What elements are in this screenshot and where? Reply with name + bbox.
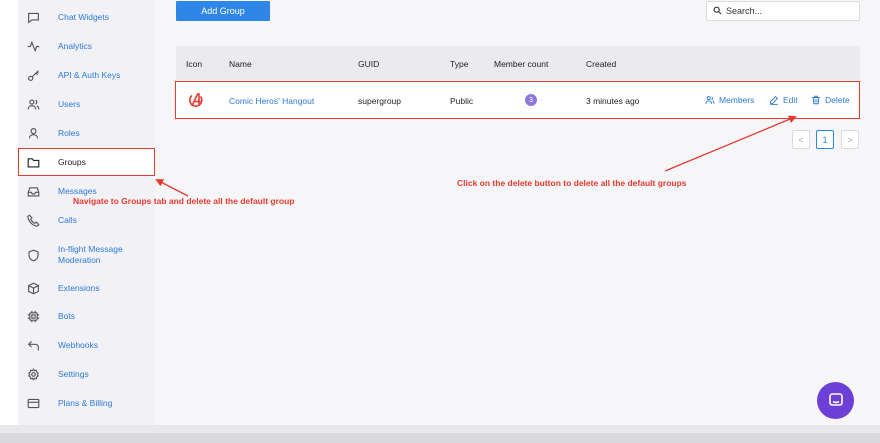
sidebar-item-label: Groups <box>58 156 86 167</box>
users-icon <box>26 97 40 111</box>
sidebar-item-label: Chat Widgets <box>58 11 110 22</box>
shield-icon <box>26 248 40 262</box>
bottom-edge <box>0 425 880 443</box>
sidebar: Chat Widgets Analytics API & Auth Keys U… <box>18 0 155 425</box>
sidebar-item-label: Extensions <box>58 282 100 293</box>
column-header-name: Name <box>229 59 252 69</box>
sidebar-item-roles[interactable]: Roles <box>18 120 155 146</box>
sidebar-item-label: Settings <box>58 368 89 379</box>
column-header-created: Created <box>586 59 617 69</box>
chat-launcher-button[interactable] <box>817 382 854 419</box>
key-icon <box>26 68 40 82</box>
folder-icon <box>26 155 40 169</box>
pagination-prev-button[interactable]: < <box>792 130 810 149</box>
sidebar-item-label: Messages <box>58 185 97 196</box>
chat-icon <box>26 10 40 24</box>
cpu-icon <box>26 309 40 323</box>
sidebar-item-webhooks[interactable]: Webhooks <box>18 332 155 358</box>
sidebar-item-extensions[interactable]: Extensions <box>18 275 155 301</box>
sidebar-item-analytics[interactable]: Analytics <box>18 33 155 59</box>
sidebar-item-chat-widgets[interactable]: Chat Widgets <box>18 4 155 30</box>
activity-icon <box>26 39 40 53</box>
sidebar-item-api-auth-keys[interactable]: API & Auth Keys <box>18 62 155 88</box>
sidebar-item-label: Analytics <box>58 40 93 51</box>
column-header-icon: Icon <box>186 59 203 69</box>
column-header-guid: GUID <box>358 59 380 69</box>
chat-bubble-icon <box>828 392 844 410</box>
phone-icon <box>26 213 40 227</box>
user-icon <box>26 126 40 140</box>
pagination-page-1[interactable]: 1 <box>816 130 834 149</box>
pagination-next-button[interactable]: > <box>841 130 859 149</box>
inbox-icon <box>26 184 40 198</box>
sidebar-item-users[interactable]: Users <box>18 91 155 117</box>
sidebar-item-label: In-flight Message Moderation <box>58 244 123 265</box>
table-header: Icon Name GUID Type Member count Created <box>176 46 860 80</box>
gear-icon <box>26 367 40 381</box>
sidebar-item-bots[interactable]: Bots <box>18 303 155 329</box>
sidebar-item-groups[interactable]: Groups <box>18 149 155 175</box>
search-input[interactable] <box>726 6 851 16</box>
column-header-type: Type <box>450 59 469 69</box>
sidebar-item-settings[interactable]: Settings <box>18 361 155 387</box>
sidebar-item-label: Plans & Billing <box>58 397 113 408</box>
sidebar-item-in-flight-moderation[interactable]: In-flight Message Moderation <box>18 240 155 270</box>
delete-annotation-text: Click on the delete button to delete all… <box>457 178 687 188</box>
sidebar-item-label: Bots <box>58 310 76 321</box>
search-box[interactable] <box>706 1 860 21</box>
sidebar-item-label: Roles <box>58 127 80 138</box>
return-arrow-icon <box>26 338 40 352</box>
sidebar-item-label: Users <box>58 98 81 109</box>
add-group-button[interactable]: Add Group <box>176 1 270 21</box>
credit-card-icon <box>26 396 40 410</box>
search-icon <box>713 6 722 17</box>
sidebar-item-label: Calls <box>58 214 77 225</box>
row-highlight-annotation <box>175 81 860 119</box>
groups-annotation-text: Navigate to Groups tab and delete all th… <box>73 196 295 206</box>
box-icon <box>26 281 40 295</box>
sidebar-item-calls[interactable]: Calls <box>18 207 155 233</box>
sidebar-item-label: Webhooks <box>58 339 99 350</box>
sidebar-item-plans-billing[interactable]: Plans & Billing <box>18 390 155 416</box>
column-header-member-count: Member count <box>494 59 549 69</box>
left-gutter <box>0 0 18 425</box>
sidebar-item-label: API & Auth Keys <box>58 69 121 80</box>
